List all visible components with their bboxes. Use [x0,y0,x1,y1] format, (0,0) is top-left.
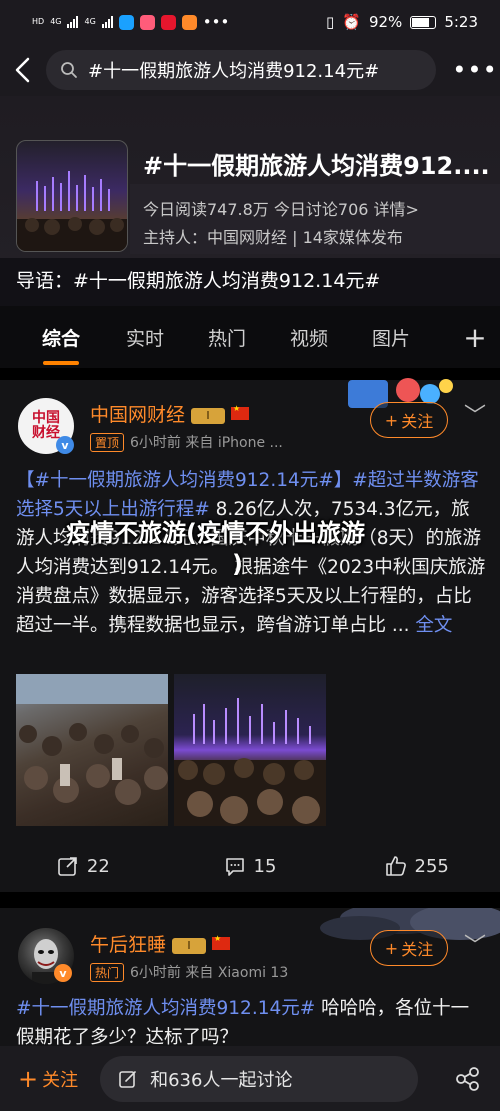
like-count: 255 [414,855,449,877]
post-text-segment: 8.26亿人次，7534.3亿元， [209,499,452,520]
signal-1-label: 4G [50,17,62,26]
follow-button[interactable]: + 关注 [370,402,448,438]
chevron-down-icon[interactable]: ﹀ [464,928,486,960]
topic-header: #十一假期旅游人均消费912.... 今日阅读747.8万 今日讨论706 详情… [0,96,500,266]
flag-icon [212,934,231,950]
author-label: 中国网财经 [90,404,186,426]
author-name[interactable]: 中国网财经 Ⅰ [90,400,250,427]
tab-images[interactable]: 图片 [350,324,432,351]
post-time-source: 6小时前 来自 iPhone ... [130,435,283,451]
topic-intro: 导语：#十一假期旅游人均消费912.14元# [0,258,500,306]
level-badge: Ⅰ [172,938,207,954]
post-actions: 22 15 255 [0,846,500,886]
follow-label: 关注 [401,412,434,431]
tab-comprehensive[interactable]: 综合 [18,324,104,365]
comment-icon [225,858,244,876]
post-card[interactable]: v 午后狂睡 Ⅰ 热门 6小时前 来自 Xiaomi 13 +关注 ﹀ #十一假期旅… [0,908,500,1048]
signal-2-label: 4G [84,17,96,26]
battery-icon [410,15,437,29]
author-name[interactable]: 午后狂睡 Ⅰ [90,930,231,957]
hot-tag: 热门 [90,963,125,982]
repost-count: 22 [86,855,110,877]
topic-host: 主持人：中国网财经 | 14家媒体发布 [143,228,403,247]
overflow-dots: ••• [202,13,230,31]
verified-icon: v [54,964,72,982]
comment-count: 15 [253,855,277,877]
bottom-bar: + 关注 和636人一起讨论 [0,1046,500,1111]
discuss-input[interactable]: 和636人一起讨论 [100,1055,419,1102]
tab-hot[interactable]: 热门 [186,324,268,351]
back-arrow-icon[interactable] [0,44,44,96]
hashtag-link[interactable]: 【#十一假期旅游人均消费912.14元#】 [16,470,352,491]
post-image[interactable] [174,674,326,826]
comment-button[interactable]: 15 [167,855,334,877]
search-icon [61,62,77,78]
plus-icon: + [18,1064,39,1093]
author-label: 午后狂睡 [90,934,167,956]
discuss-label: 和636人一起讨论 [150,1069,293,1091]
like-button[interactable]: 255 [333,855,500,877]
app-notification-icon [139,14,155,30]
post-text: 【#十一假期旅游人均消费912.14元#】#超过半数游客选择5天以上出游行程# … [16,466,486,640]
topic-title: #十一假期旅游人均消费912.... [143,152,490,180]
more-icon[interactable]: ••• [450,56,500,84]
flag-icon [231,404,250,420]
level-badge: Ⅰ [191,408,226,424]
share-icon[interactable] [454,1065,482,1093]
battery-percent: 92% [368,13,403,31]
pinned-tag: 置顶 [90,433,125,452]
clock: 5:23 [444,13,478,31]
edit-icon [119,1070,136,1088]
post-meta: 置顶 6小时前 来自 iPhone ... [90,432,283,452]
weibo-icon [160,14,176,30]
add-tab-icon[interactable]: + [450,321,500,354]
vibrate-icon: ▯ [326,13,335,31]
follow-label: 关注 [42,1069,79,1091]
alarm-icon: ⏰ [342,13,361,31]
plus-icon: + [384,410,399,430]
post-text: #十一假期旅游人均消费912.14元# 哈哈哈，各位十一假期花了多少？达标了吗？ [16,994,486,1048]
full-text-link[interactable]: 全文 [415,615,452,636]
topic-cover-image[interactable] [16,140,128,252]
avatar-text: 中国 [32,410,60,426]
bottom-follow-button[interactable]: + 关注 [18,1065,78,1093]
chevron-down-icon[interactable]: ﹀ [464,398,486,430]
post-time-source: 6小时前 来自 Xiaomi 13 [130,965,289,981]
avatar-text: 财经 [32,425,60,441]
top-bar: #十一假期旅游人均消费912.14元# ••• [0,44,500,96]
signal-icon [67,16,79,28]
search-bar[interactable]: #十一假期旅游人均消费912.14元# [46,50,436,90]
post-card[interactable]: 中国 财经 v 中国网财经Ⅰ 置顶6小时前 来自 iPhone ... +关注 … [0,378,500,892]
repost-icon [58,857,77,876]
thumbs-up-icon [385,856,406,876]
search-query: #十一假期旅游人均消费912.14元# [88,61,380,82]
repost-button[interactable]: 22 [0,855,167,877]
signal-icon [101,16,113,28]
follow-label: 关注 [401,940,434,959]
post-image[interactable] [16,674,168,826]
tab-realtime[interactable]: 实时 [104,324,186,351]
overlay-caption: ) [232,550,243,578]
status-bar: HD 4G 4G ••• ▯ ⏰ 92% 5:23 [0,0,500,44]
tab-video[interactable]: 视频 [268,324,350,351]
verified-icon: v [56,436,74,454]
network-label: HD [32,17,45,26]
follow-button[interactable]: + 关注 [370,930,448,966]
overlay-caption: 疫情不旅游(疫情不外出旅游 [66,519,365,547]
hashtag-link[interactable]: #十一假期旅游人均消费912.14元# [16,998,315,1019]
app-notification-icon [118,14,134,30]
post-meta: 热门 6小时前 来自 Xiaomi 13 [90,962,288,982]
plus-icon: + [384,938,399,958]
topic-stats[interactable]: 今日阅读747.8万 今日讨论706 详情> [143,196,419,220]
tab-bar: 综合 实时 热门 视频 图片 + [0,306,500,368]
video-app-icon [181,14,197,30]
